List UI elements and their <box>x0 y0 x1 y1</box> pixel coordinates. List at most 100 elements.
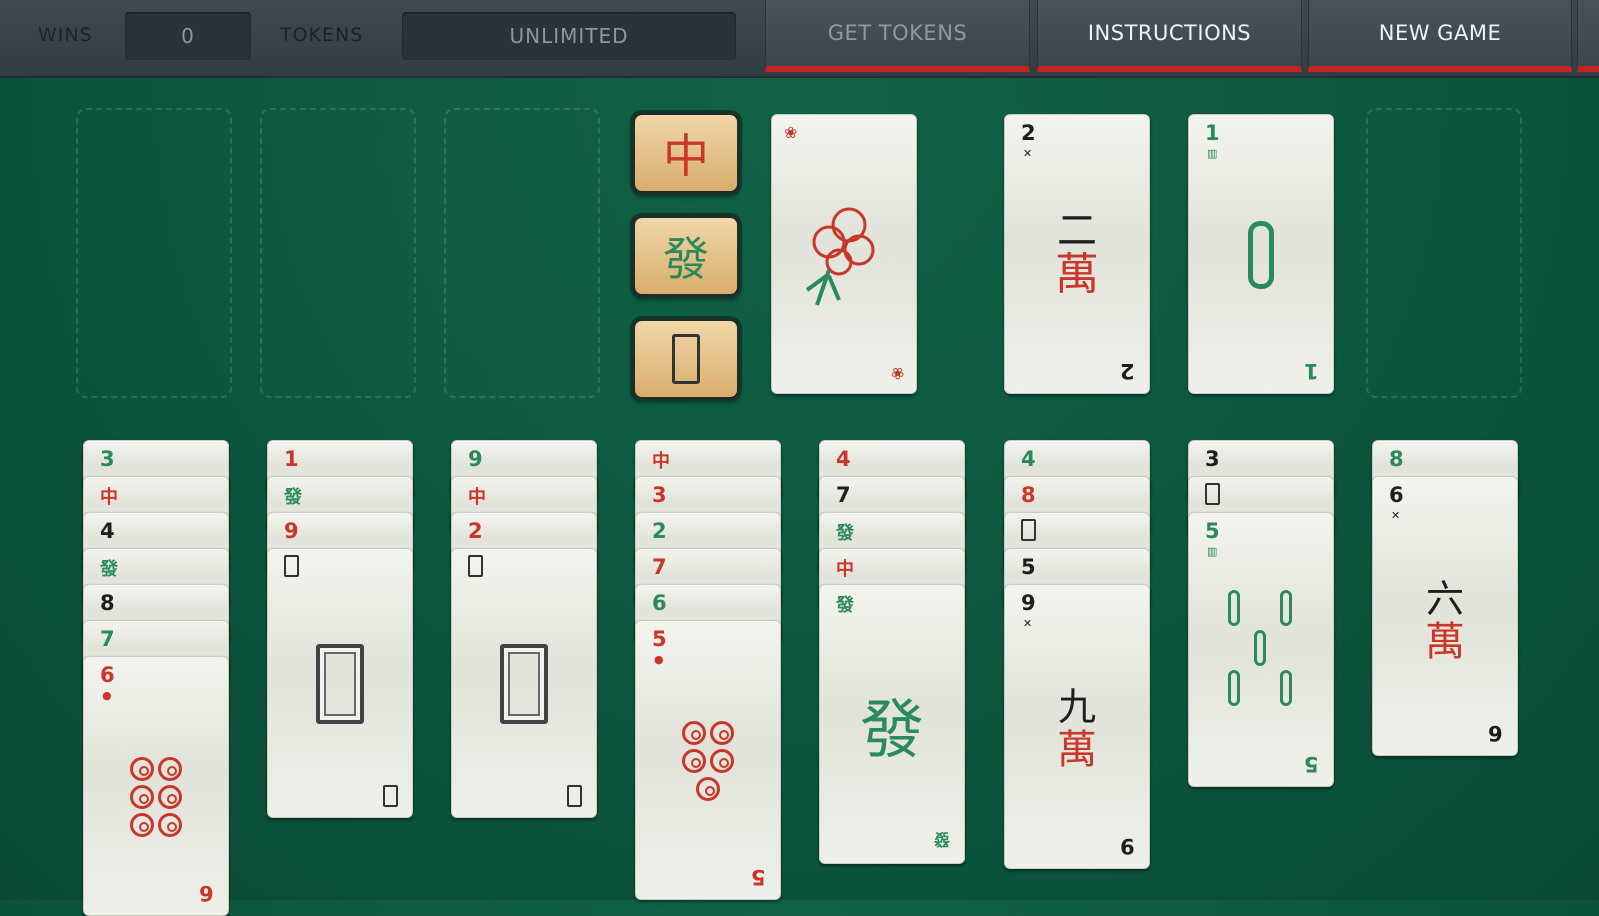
flower-corner-icon-bottom: ❀ <box>890 364 904 383</box>
numeral-glyph: 二 <box>1057 208 1097 254</box>
overflow-tab[interactable] <box>1577 0 1599 72</box>
card-value: 5 <box>1205 519 1220 543</box>
card-value-bottom: 6 <box>199 881 214 905</box>
card-value-bottom: 發 <box>933 830 950 849</box>
card-value-bottom: 5 <box>751 865 766 889</box>
white-dragon-icon <box>268 639 412 729</box>
card-value: 發 <box>284 487 302 508</box>
tableau-top-card[interactable]: 發發發 <box>819 584 965 864</box>
suit-mark: ● <box>102 689 112 702</box>
foundation-bamboo[interactable]: 1 ▥ 1 <box>1188 114 1334 394</box>
flower-corner-icon: ❀ <box>784 123 798 142</box>
card-value-bottom <box>383 780 398 807</box>
card-value: 9 <box>468 447 483 471</box>
top-bar: WINS 0 TOKENS UNLIMITED GET TOKENS INSTR… <box>0 0 1599 78</box>
free-cell-2[interactable] <box>260 108 416 398</box>
card-value-bottom <box>567 780 582 807</box>
tableau-top-card[interactable]: 6 ● 6 <box>83 656 229 916</box>
card-value-bottom: 1 <box>1304 359 1319 383</box>
card-value: 中 <box>652 451 670 472</box>
tokens-label: TOKENS <box>280 24 364 46</box>
card-value-bottom: 2 <box>1120 359 1135 383</box>
tableau-top-card[interactable] <box>451 548 597 818</box>
card-value: 1 <box>1205 121 1220 145</box>
red-dragon-button[interactable]: 中 <box>632 112 740 194</box>
foundation-slot-empty[interactable] <box>1366 108 1522 398</box>
card-value: 4 <box>836 447 851 471</box>
suit-mark: ● <box>654 653 664 666</box>
card-value: 4 <box>100 519 115 543</box>
free-cell-1[interactable] <box>76 108 232 398</box>
tableau-top-card[interactable]: 9 ✕ 九萬 9 <box>1004 584 1150 869</box>
suit-mark: ✕ <box>1391 509 1401 522</box>
tokens-counter: UNLIMITED <box>402 12 736 60</box>
card-value: 5 <box>1021 555 1036 579</box>
card-value: 2 <box>652 519 667 543</box>
white-dragon-button[interactable] <box>632 318 740 400</box>
card-value: 6 <box>652 591 667 615</box>
card-value: 7 <box>652 555 667 579</box>
card-value-bottom: 6 <box>1488 721 1503 745</box>
free-cell-3[interactable] <box>444 108 600 398</box>
card-value: 2 <box>1021 121 1036 145</box>
tableau-top-card[interactable]: 5 ● 5 <box>635 620 781 900</box>
green-dragon-icon: 發 <box>663 232 709 286</box>
wins-counter: 0 <box>125 12 251 60</box>
card-value: 7 <box>100 627 115 651</box>
white-dragon-icon <box>452 639 596 729</box>
card-value: 發 <box>100 559 118 580</box>
green-dragon-button[interactable]: 發 <box>632 215 740 297</box>
card-value: 5 <box>652 627 667 651</box>
card-value: 1 <box>284 447 299 471</box>
get-tokens-button[interactable]: GET TOKENS <box>765 0 1030 72</box>
wan-face: 九萬 <box>1005 675 1149 785</box>
card-value: 發 <box>836 523 854 544</box>
wan-glyph: 萬 <box>1425 619 1465 665</box>
instructions-button[interactable]: INSTRUCTIONS <box>1037 0 1302 72</box>
card-value: 中 <box>836 559 854 580</box>
card-value: 6 <box>1389 483 1404 507</box>
wan-glyph: 萬 <box>1057 727 1097 773</box>
card-value: 8 <box>100 591 115 615</box>
card-value: 9 <box>1021 591 1036 615</box>
card-value <box>284 555 299 582</box>
card-value: 6 <box>100 663 115 687</box>
card-value: 2 <box>468 519 483 543</box>
card-value: 8 <box>1389 447 1404 471</box>
new-game-button[interactable]: NEW GAME <box>1308 0 1572 72</box>
card-value: 中 <box>100 487 118 508</box>
card-value: 7 <box>836 483 851 507</box>
card-value <box>468 555 483 582</box>
numeral-glyph: 九 <box>1057 685 1096 729</box>
card-value-bottom: 5 <box>1304 752 1319 776</box>
flower-card[interactable]: ❀ ❀ <box>771 114 917 394</box>
white-dragon-icon <box>672 334 700 384</box>
suit-mark: ▥ <box>1207 545 1218 558</box>
bamboo-icon <box>1189 215 1333 295</box>
suit-mark: ▥ <box>1207 147 1218 160</box>
card-value: 9 <box>284 519 299 543</box>
wan-face: 二 萬 <box>1005 205 1149 305</box>
card-value: 3 <box>652 483 667 507</box>
card-value: 中 <box>468 487 486 508</box>
foundation-wan[interactable]: 2 ✕ 二 萬 2 <box>1004 114 1150 394</box>
card-value: 發 <box>836 595 854 616</box>
numeral-glyph: 六 <box>1425 577 1464 621</box>
wan-glyph: 萬 <box>1055 249 1099 300</box>
coin-icon <box>84 747 228 847</box>
tableau-top-card[interactable]: 5 ▥ 5 <box>1188 512 1334 787</box>
card-value: 8 <box>1021 483 1036 507</box>
flower-icon <box>772 185 916 325</box>
wan-face: 六萬 <box>1373 567 1517 677</box>
card-value: 3 <box>1205 447 1220 471</box>
tableau-top-card[interactable]: 6 ✕ 六萬 6 <box>1372 476 1518 756</box>
card-value <box>1021 519 1036 546</box>
tableau-top-card[interactable] <box>267 548 413 818</box>
card-value-bottom: 9 <box>1120 834 1135 858</box>
card-value: 3 <box>100 447 115 471</box>
card-value: 4 <box>1021 447 1036 471</box>
red-dragon-icon: 中 <box>663 129 709 183</box>
suit-mark: ✕ <box>1023 147 1033 160</box>
suit-mark: ✕ <box>1023 617 1033 630</box>
coin-icon <box>636 711 780 811</box>
